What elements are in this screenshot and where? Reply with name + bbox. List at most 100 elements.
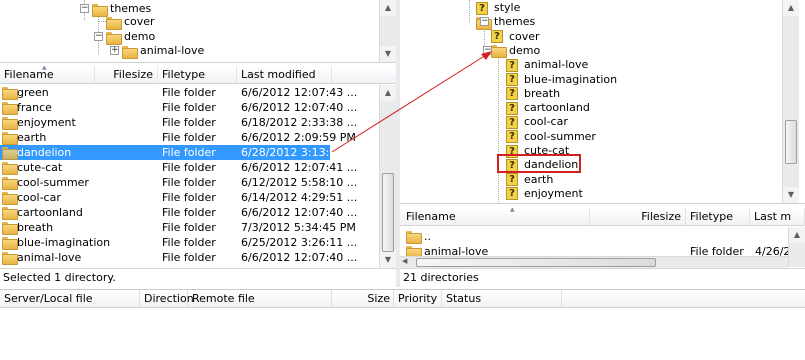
cell-filetype: File folder (162, 251, 216, 264)
column-remote-file[interactable]: Remote file (188, 290, 332, 308)
cell-filename: cool-summer (17, 176, 89, 189)
remote-list-hscrollbar[interactable]: ◀ (400, 256, 788, 268)
table-row[interactable]: dandelion File folder 6/28/2012 3:13:05 ..… (0, 145, 357, 160)
table-row[interactable]: animal-love File folder 6/6/2012 12:07:40 … (0, 250, 379, 265)
table-row[interactable]: earth File folder 6/6/2012 2:09:59 PM (0, 130, 379, 145)
tree-item[interactable]: ? dandelion (506, 157, 578, 172)
expand-icon[interactable]: + (110, 46, 119, 55)
folder-icon (2, 147, 18, 160)
tree-item[interactable]: ? cover (491, 29, 540, 44)
column-filetype[interactable]: Filetype (158, 66, 237, 84)
column-filetype[interactable]: Filetype (686, 208, 750, 226)
tree-item[interactable]: ? enjoyment (506, 186, 583, 201)
list-item[interactable]: .. (400, 229, 788, 244)
tree-item[interactable]: ? blue-imagination (506, 72, 617, 87)
tree-item[interactable]: ? cool-car (506, 114, 568, 129)
unknown-folder-icon: ? (506, 144, 518, 158)
scroll-thumb[interactable] (382, 173, 394, 252)
remote-file-list: Filename ▲ Filesize Filetype Last m .. a… (400, 208, 805, 268)
column-priority[interactable]: Priority (394, 290, 442, 308)
tree-item[interactable]: ? cool-summer (506, 129, 596, 144)
cell-last-modified: 6/25/2012 3:26:11 ... (241, 236, 358, 249)
cell-filetype: File folder (162, 176, 216, 189)
tree-item-label: blue-imagination (524, 72, 618, 86)
table-row[interactable]: cool-summer File folder 6/12/2012 5:58:10 … (0, 175, 379, 190)
tree-item-cover[interactable]: cover (106, 14, 155, 30)
cell-filename: earth (17, 131, 47, 144)
column-status[interactable]: Status (442, 290, 562, 308)
collapse-icon[interactable]: − (483, 46, 492, 55)
table-row[interactable]: green File folder 6/6/2012 12:07:43 ... (0, 85, 379, 100)
table-row[interactable]: cute-cat File folder 6/6/2012 12:07:41 ... (0, 160, 379, 175)
table-row[interactable]: breath File folder 7/3/2012 5:34:45 PM (0, 220, 379, 235)
table-row[interactable]: cartoonland File folder 6/6/2012 12:07:40 … (0, 205, 379, 220)
unknown-folder-icon: ? (506, 173, 518, 187)
folder-icon (2, 132, 18, 145)
folder-icon (2, 177, 18, 190)
column-server-local-file[interactable]: Server/Local file (0, 290, 140, 308)
column-direction[interactable]: Direction (140, 290, 194, 308)
remote-tree-rows: ? style themes? cover demo? animal-love? blue-… (400, 0, 790, 203)
collapse-icon[interactable]: − (80, 4, 89, 13)
cell-filetype: File folder (162, 116, 216, 129)
cell-filename: dandelion (17, 146, 72, 159)
column-filesize[interactable]: Filesize (590, 208, 686, 226)
scroll-down-icon[interactable]: ▼ (783, 187, 799, 203)
table-row[interactable]: blue-imagination File folder 6/25/2012 3:2… (0, 235, 379, 250)
folder-icon (491, 45, 507, 59)
scroll-up-icon[interactable]: ▲ (783, 0, 799, 16)
cell-last-modified: 6/28/2012 3:13:05 ... (241, 146, 358, 159)
folder-icon (406, 231, 422, 244)
cell-last-modified: 6/6/2012 2:09:59 PM (241, 131, 356, 144)
tree-item[interactable]: ? cartoonland (506, 100, 590, 115)
scroll-thumb[interactable] (416, 258, 656, 267)
tree-item-label: cartoonland (524, 101, 590, 115)
tree-item[interactable]: ? style (476, 0, 520, 15)
tree-item[interactable]: ? breath (506, 86, 560, 101)
scroll-up-icon[interactable]: ▲ (789, 227, 805, 243)
folder-icon (2, 252, 18, 265)
local-file-list: Filename ▲ Filesize Filetype Last modifi… (0, 66, 396, 268)
table-row[interactable]: cool-car File folder 6/14/2012 4:29:51 ... (0, 190, 379, 205)
collapse-icon[interactable]: − (94, 32, 103, 41)
cell-filetype: File folder (162, 221, 216, 234)
tree-scrollbar[interactable]: ▲ ▼ (379, 0, 396, 62)
scroll-thumb[interactable] (785, 120, 797, 164)
column-last-modified[interactable]: Last m (750, 208, 805, 226)
unknown-folder-icon: ? (506, 158, 518, 172)
folder-icon (92, 3, 108, 17)
scroll-left-icon[interactable]: ◀ (402, 257, 407, 265)
sort-arrow-icon: ▲ (42, 66, 47, 71)
cell-last-modified: 6/14/2012 4:29:51 ... (241, 191, 358, 204)
local-tree-panel: − themes cover − demo + animal-love ▲ ▼ (0, 0, 396, 63)
column-filename[interactable]: Filename (400, 208, 590, 226)
scroll-down-icon[interactable]: ▼ (380, 46, 396, 62)
remote-list-header: Filename ▲ Filesize Filetype Last m (400, 208, 805, 226)
column-size[interactable]: Size (332, 290, 394, 308)
tree-item-animal-love[interactable]: animal-love (122, 43, 204, 59)
cell-last-modified: 6/6/2012 12:07:40 ... (241, 206, 358, 219)
column-last-modified[interactable]: Last modified (237, 66, 332, 84)
scroll-down-icon[interactable]: ▼ (380, 252, 396, 268)
table-row[interactable]: france File folder 6/6/2012 12:07:40 ... (0, 100, 379, 115)
collapse-icon[interactable]: − (480, 17, 489, 26)
unknown-folder-icon: ? (506, 73, 518, 86)
column-filesize[interactable]: Filesize (95, 66, 158, 84)
local-rows: green File folder 6/6/2012 12:07:43 ... fra… (0, 85, 379, 267)
cell-filename: blue-imagination (17, 236, 111, 249)
scroll-up-icon[interactable]: ▲ (380, 0, 396, 16)
tree-item[interactable]: ? animal-love (506, 57, 588, 72)
tree-item[interactable]: demo (491, 43, 540, 59)
tree-item[interactable]: ? cute-cat (506, 143, 569, 158)
local-list-scrollbar[interactable]: ▲ ▼ (379, 85, 396, 268)
unknown-folder-icon: ? (476, 1, 488, 15)
tree-item[interactable]: ? earth (506, 172, 553, 187)
table-row[interactable]: enjoyment File folder 6/18/2012 2:33:38 ..… (0, 115, 379, 130)
tree-item-demo[interactable]: demo (106, 29, 155, 45)
remote-list-scrollbar[interactable]: ▲ (788, 227, 805, 267)
scroll-up-icon[interactable]: ▲ (380, 85, 396, 101)
unknown-folder-icon: ? (506, 187, 518, 201)
column-filename[interactable]: Filename (0, 66, 95, 84)
remote-tree-scrollbar[interactable]: ▲ ▼ (782, 0, 799, 203)
tree-item-label: earth (524, 172, 554, 186)
